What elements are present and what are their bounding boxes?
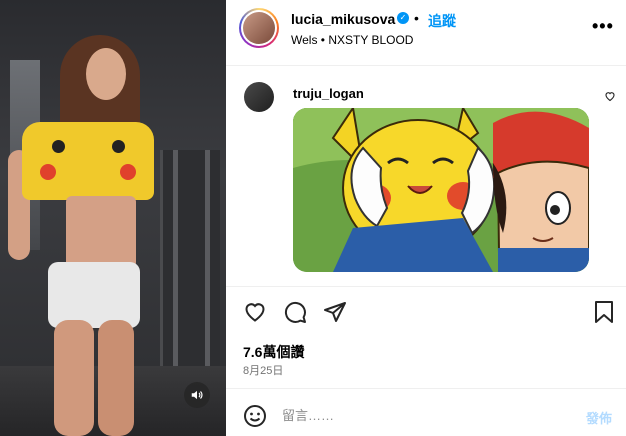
follow-button[interactable]: 追蹤: [428, 11, 456, 31]
likes-count[interactable]: 7.6萬個讚: [243, 342, 304, 362]
volume-button[interactable]: [184, 382, 210, 408]
post-media-video[interactable]: [0, 0, 226, 436]
person-shorts: [48, 262, 140, 328]
author-avatar[interactable]: [239, 8, 279, 48]
person-torso: [66, 196, 136, 268]
bookmark-icon[interactable]: [593, 300, 615, 324]
heart-icon[interactable]: [243, 300, 267, 324]
post-dialog: lucia_mikusova ✓ • 追蹤 Wels • NXSTY BLOOD…: [0, 0, 626, 436]
post-date[interactable]: 8月25日: [243, 362, 283, 378]
emoji-icon[interactable]: [243, 404, 267, 428]
more-options-icon[interactable]: •••: [592, 16, 614, 37]
gym-rack: [160, 150, 220, 370]
header-separator: •: [414, 10, 419, 26]
author-username[interactable]: lucia_mikusova: [291, 11, 395, 27]
pikachu-gif: [293, 108, 589, 272]
composer-divider: [226, 388, 626, 389]
pikachu-shirt: [22, 122, 154, 200]
comment-input[interactable]: [282, 408, 572, 423]
comment-icon[interactable]: [283, 300, 307, 324]
person-leg-left: [54, 320, 94, 436]
post-side-panel: lucia_mikusova ✓ • 追蹤 Wels • NXSTY BLOOD…: [226, 0, 626, 436]
person-face: [86, 48, 126, 100]
verified-badge-icon: ✓: [397, 12, 409, 24]
post-header: lucia_mikusova ✓ • 追蹤 Wels • NXSTY BLOOD…: [226, 0, 626, 66]
location-line[interactable]: Wels • NXSTY BLOOD: [291, 33, 413, 47]
person-leg-right: [98, 320, 134, 436]
commenter-avatar[interactable]: [244, 82, 274, 112]
commenter-username[interactable]: truju_logan: [293, 86, 364, 101]
send-icon[interactable]: [323, 300, 347, 324]
comment-gif[interactable]: [293, 108, 589, 272]
actions-divider: [226, 286, 626, 287]
post-comment-button[interactable]: 發佈: [586, 408, 612, 427]
comment-like-heart-icon[interactable]: [604, 90, 616, 102]
speaker-icon: [191, 390, 203, 400]
